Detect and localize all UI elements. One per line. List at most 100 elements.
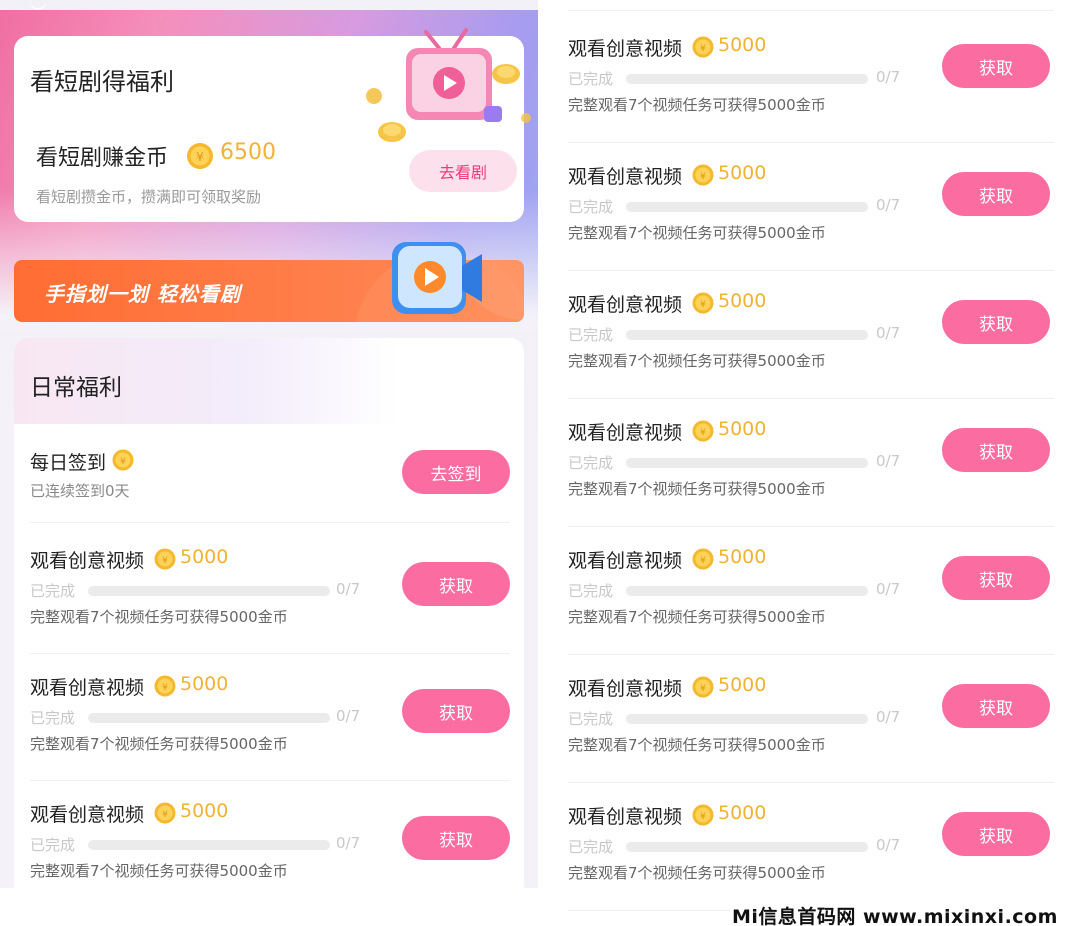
gold-coin-icon: ¥ [692,804,714,826]
task-title: 观看创意视频 [568,678,683,700]
task-reward-amount: 5000 [180,673,229,695]
task-status: 已完成 [568,582,614,600]
task-title: 观看创意视频 [568,422,683,444]
svg-text:¥: ¥ [700,172,706,182]
svg-text:¥: ¥ [120,457,126,467]
gold-coin-icon: ¥ [112,449,134,471]
divider [568,10,1054,11]
divider [30,522,510,523]
task-reward-amount: 5000 [718,34,767,56]
svg-text:¥: ¥ [700,556,706,566]
task-progress-count: 0/7 [876,580,901,598]
site-watermark: Mi信息首码网 www.mixinxi.com [730,902,1060,926]
gold-coin-icon: ¥ [154,675,176,697]
swipe-banner[interactable]: 手指划一划 轻松看剧 [14,242,524,322]
svg-text:¥: ¥ [196,150,204,164]
divider [30,780,510,781]
task-reward-amount: 5000 [180,800,229,822]
task-status: 已完成 [30,709,76,727]
task-reward-amount: 5000 [718,162,767,184]
svg-text:¥: ¥ [700,684,706,694]
go-watch-button[interactable]: 去看剧 [409,150,517,192]
gold-coin-icon: ¥ [154,548,176,570]
claim-button[interactable]: 获取 [942,172,1050,216]
task-status: 已完成 [568,710,614,728]
task-status: 已完成 [568,454,614,472]
gold-coin-icon: ¥ [692,36,714,58]
watch-video-task: 观看创意视频 ¥5000 已完成 0/7 完整观看7个视频任务可获得5000金币 获取 [548,290,1080,414]
task-title: 观看创意视频 [568,806,683,828]
video-play-icon [392,242,482,314]
task-title: 观看创意视频 [30,804,145,826]
svg-text:¥: ¥ [162,556,168,566]
task-progress-count: 0/7 [336,834,361,852]
task-progress-bar [626,586,868,596]
task-status: 已完成 [30,582,76,600]
watch-video-task: 观看创意视频 ¥5000 已完成 0/7 完整观看7个视频任务可获得5000金币 获取 [14,673,524,797]
svg-text:¥: ¥ [700,428,706,438]
task-progress-bar [626,842,868,852]
task-status: 已完成 [568,326,614,344]
task-description: 完整观看7个视频任务可获得5000金币 [568,224,826,242]
task-reward-amount: 5000 [718,418,767,440]
banner-text: 手指划一划 轻松看剧 [44,282,241,306]
claim-button[interactable]: 获取 [942,684,1050,728]
claim-button[interactable]: 获取 [942,428,1050,472]
claim-button[interactable]: 获取 [402,562,510,606]
task-progress-bar [626,74,868,84]
svg-text:¥: ¥ [700,300,706,310]
task-title: 观看创意视频 [568,38,683,60]
task-title: 观看创意视频 [568,166,683,188]
checkin-button[interactable]: 去签到 [402,450,510,494]
task-reward-amount: 5000 [718,802,767,824]
task-description: 完整观看7个视频任务可获得5000金币 [30,608,288,626]
watch-video-task: 观看创意视频 ¥5000 已完成 0/7 完整观看7个视频任务可获得5000金币 获取 [548,418,1080,542]
task-description: 完整观看7个视频任务可获得5000金币 [30,862,288,880]
gold-coin-icon: ¥ [154,802,176,824]
task-reward-amount: 5000 [180,546,229,568]
top-handle [30,0,46,10]
claim-button[interactable]: 获取 [942,300,1050,344]
divider [568,398,1054,399]
task-title: 观看创意视频 [568,294,683,316]
task-reward-amount: 5000 [718,674,767,696]
divider [30,653,510,654]
claim-button[interactable]: 获取 [402,689,510,733]
claim-button[interactable]: 获取 [942,556,1050,600]
svg-text:¥: ¥ [162,683,168,693]
tv-play-icon [366,28,531,142]
task-progress-bar [626,202,868,212]
task-description: 完整观看7个视频任务可获得5000金币 [30,735,288,753]
daily-title: 日常福利 [30,375,122,401]
task-progress-bar [88,840,330,850]
task-title: 观看创意视频 [30,550,145,572]
drama-reward-card: 看短剧得福利 看短剧赚金币 ¥ 6500 看短剧攒金币，攒满即可领取奖励 去看剧 [14,28,531,222]
claim-button[interactable]: 获取 [942,812,1050,856]
gold-coin-icon: ¥ [692,420,714,442]
checkin-subtitle: 已连续签到0天 [30,482,130,500]
task-status: 已完成 [568,70,614,88]
task-status: 已完成 [568,198,614,216]
divider [568,526,1054,527]
task-description: 完整观看7个视频任务可获得5000金币 [568,608,826,626]
svg-text:¥: ¥ [700,812,706,822]
claim-button[interactable]: 获取 [942,44,1050,88]
drama-earn-desc: 看短剧攒金币，攒满即可领取奖励 [36,188,262,206]
right-screen: 观看创意视频 ¥5000 已完成 0/7 完整观看7个视频任务可获得5000金币 获取 观看… [548,0,1080,926]
task-status: 已完成 [30,836,76,854]
task-progress-bar [626,330,868,340]
divider [568,782,1054,783]
task-progress-bar [88,713,330,723]
drama-earn-amount: 6500 [220,140,276,165]
daily-benefits-card: 日常福利 每日签到 ¥ 已连续签到0天 去签到 观看创意视频 ¥5000 已完成 0/… [14,338,524,888]
divider [568,142,1054,143]
watch-video-task: 观看创意视频 ¥5000 已完成 0/7 完整观看7个视频任务可获得5000金币 获取 [548,162,1080,286]
task-description: 完整观看7个视频任务可获得5000金币 [568,864,826,882]
svg-text:¥: ¥ [162,810,168,820]
claim-button[interactable]: 获取 [402,816,510,860]
task-progress-count: 0/7 [336,580,361,598]
divider [568,654,1054,655]
left-screen: 看短剧得福利 看短剧赚金币 ¥ 6500 看短剧攒金币，攒满即可领取奖励 去看剧 [0,0,538,888]
gold-coin-icon: ¥ [692,548,714,570]
task-progress-count: 0/7 [336,707,361,725]
